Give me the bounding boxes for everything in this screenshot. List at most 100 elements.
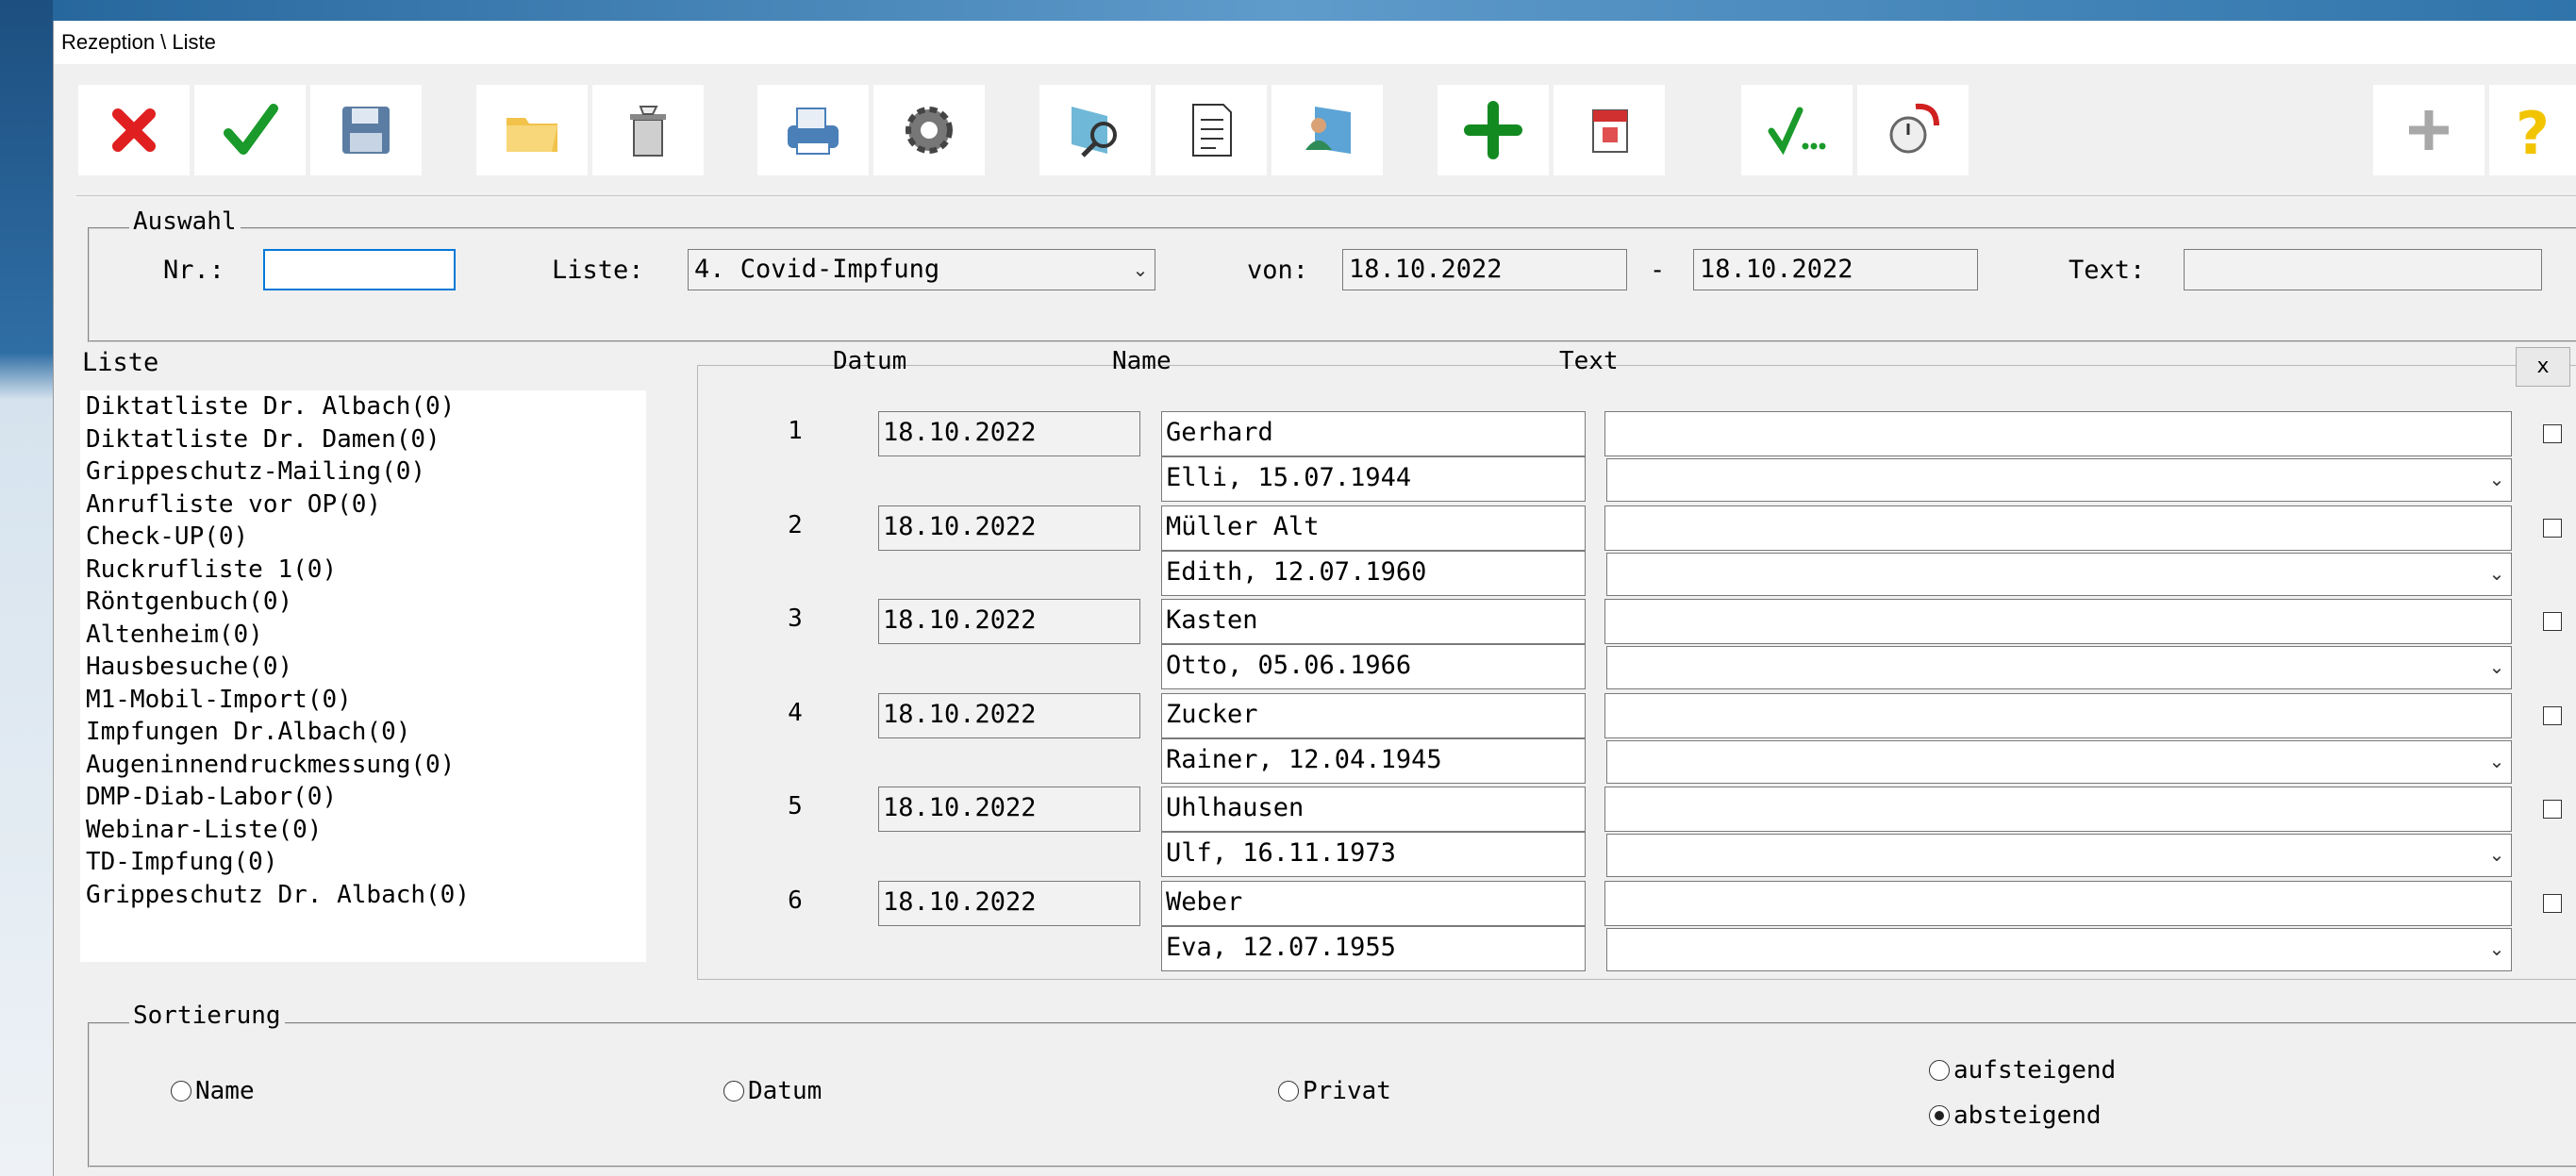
list-item[interactable]: Ruckrufliste 1(0)	[80, 554, 646, 587]
row-text-field[interactable]	[1604, 599, 2512, 645]
row-number: 2	[788, 510, 803, 539]
list-item[interactable]: Grippeschutz Dr. Albach(0)	[80, 879, 646, 912]
row-checkbox[interactable]	[2543, 518, 2562, 538]
sort-privat-radio[interactable]: Privat	[1278, 1077, 1391, 1105]
chevron-down-icon[interactable]: ⌄	[2486, 936, 2507, 961]
settings-button[interactable]	[873, 85, 985, 175]
col-datum-header: Datum	[833, 347, 907, 375]
add-disabled-button[interactable]	[2373, 85, 2485, 175]
bis-date-field[interactable]: 18.10.2022	[1693, 249, 1978, 290]
list-item[interactable]: Augeninnendruckmessung(0)	[80, 749, 646, 782]
cancel-icon	[112, 108, 156, 152]
list-item[interactable]: M1-Mobil-Import(0)	[80, 684, 646, 717]
row-name-field[interactable]: Uhlhausen	[1161, 787, 1586, 833]
row-detail-field[interactable]: Edith, 12.07.1960	[1161, 550, 1586, 596]
delete-button[interactable]	[592, 85, 704, 175]
row-name-field[interactable]: Kasten	[1161, 599, 1586, 645]
col-name-header: Name	[1112, 347, 1172, 375]
row-checkbox[interactable]	[2543, 800, 2562, 820]
row-detail-field[interactable]: Elli, 15.07.1944	[1161, 456, 1586, 502]
sort-datum-label: Datum	[748, 1077, 823, 1105]
row-text-select[interactable]: ⌄	[1606, 458, 2512, 502]
printer-icon	[788, 108, 839, 155]
person-card-icon	[1305, 107, 1351, 154]
row-name-field[interactable]: Müller Alt	[1161, 505, 1586, 551]
row-checkbox[interactable]	[2543, 705, 2562, 725]
cancel-button[interactable]	[78, 85, 190, 175]
row-text-field[interactable]	[1604, 787, 2512, 833]
row-datum-field[interactable]: 18.10.2022	[878, 599, 1140, 645]
row-datum-field[interactable]: 18.10.2022	[878, 505, 1140, 551]
row-text-select[interactable]: ⌄	[1606, 834, 2512, 878]
row-checkbox[interactable]	[2543, 424, 2562, 443]
row-datum-field[interactable]: 18.10.2022	[878, 787, 1140, 833]
help-button[interactable]: ?	[2489, 85, 2576, 175]
row-name-field[interactable]: Gerhard	[1161, 411, 1586, 456]
row-detail-field[interactable]: Rainer, 12.04.1945	[1161, 737, 1586, 784]
calendar-button[interactable]	[1554, 85, 1665, 175]
patient-card-button[interactable]	[1271, 85, 1383, 175]
row-text-select[interactable]: ⌄	[1606, 928, 2512, 971]
list-item[interactable]: Röntgenbuch(0)	[80, 586, 646, 619]
chevron-down-icon[interactable]: ⌄	[1130, 257, 1151, 282]
save-button[interactable]	[310, 85, 422, 175]
row-name-field[interactable]: Zucker	[1161, 692, 1586, 738]
chevron-down-icon[interactable]: ⌄	[2486, 842, 2507, 867]
chevron-down-icon[interactable]: ⌄	[2486, 654, 2507, 679]
row-text-field[interactable]	[1604, 881, 2512, 926]
add-plus-icon	[1464, 101, 1522, 159]
sort-absteigend-radio[interactable]: absteigend	[1929, 1101, 2102, 1130]
row-text-field[interactable]	[1604, 411, 2512, 456]
row-text-select[interactable]: ⌄	[1606, 739, 2512, 784]
col-text-header: Text	[1559, 347, 1619, 375]
liste-select[interactable]: 4. Covid-Impfung ⌄	[688, 249, 1155, 290]
text-filter-input[interactable]	[2184, 249, 2542, 290]
search-button[interactable]	[1039, 85, 1151, 175]
row-text-select[interactable]: ⌄	[1606, 552, 2512, 596]
row-datum-field[interactable]: 18.10.2022	[878, 411, 1140, 456]
add-button[interactable]	[1438, 85, 1549, 175]
row-text-field[interactable]	[1604, 505, 2512, 551]
chevron-down-icon[interactable]: ⌄	[2486, 561, 2507, 586]
row-detail-field[interactable]: Eva, 12.07.1955	[1161, 926, 1586, 971]
list-item[interactable]: Diktatliste Dr. Damen(0)	[80, 423, 646, 456]
row-checkbox[interactable]	[2543, 894, 2562, 913]
liste-listbox[interactable]: Diktatliste Dr. Albach(0) Diktatliste Dr.…	[80, 390, 646, 962]
chevron-down-icon[interactable]: ⌄	[2486, 749, 2507, 773]
sort-datum-radio[interactable]: Datum	[723, 1077, 822, 1105]
list-item[interactable]: Webinar-Liste(0)	[80, 814, 646, 847]
row-detail-field[interactable]: Otto, 05.06.1966	[1161, 644, 1586, 690]
row-text-field[interactable]	[1604, 692, 2512, 738]
confirm-button[interactable]	[194, 85, 306, 175]
row-datum-field[interactable]: 18.10.2022	[878, 692, 1140, 738]
open-folder-button[interactable]	[476, 85, 588, 175]
document-list-button[interactable]	[1155, 85, 1267, 175]
list-item[interactable]: Check-UP(0)	[80, 521, 646, 554]
list-item[interactable]: TD-Impfung(0)	[80, 846, 646, 879]
row-checkbox[interactable]	[2543, 612, 2562, 632]
row-text-select[interactable]: ⌄	[1606, 646, 2512, 690]
row-name-field[interactable]: Weber	[1161, 881, 1586, 926]
nr-input[interactable]	[263, 249, 456, 290]
stopwatch-button[interactable]	[1857, 85, 1969, 175]
list-item[interactable]: Anrufliste vor OP(0)	[80, 489, 646, 522]
row-datum-field[interactable]: 18.10.2022	[878, 881, 1140, 926]
list-item[interactable]: Grippeschutz-Mailing(0)	[80, 455, 646, 489]
print-button[interactable]	[757, 85, 869, 175]
sort-aufsteigend-radio[interactable]: aufsteigend	[1929, 1056, 2116, 1085]
von-date-field[interactable]: 18.10.2022	[1342, 249, 1627, 290]
window-title: Rezeption \ Liste	[54, 21, 2576, 64]
sort-name-radio[interactable]: Name	[171, 1077, 255, 1105]
list-item[interactable]: DMP-Diab-Labor(0)	[80, 781, 646, 814]
list-item[interactable]: Impfungen Dr.Albach(0)	[80, 716, 646, 749]
chevron-down-icon[interactable]: ⌄	[2486, 467, 2507, 491]
check-more-button[interactable]	[1741, 85, 1853, 175]
check-more-icon	[1768, 107, 1826, 156]
col-x-header-button[interactable]: x	[2516, 347, 2570, 387]
list-item[interactable]: Diktatliste Dr. Albach(0)	[80, 390, 646, 423]
list-item[interactable]: Hausbesuche(0)	[80, 651, 646, 684]
liste-heading: Liste	[82, 348, 159, 377]
list-item[interactable]: Altenheim(0)	[80, 619, 646, 652]
row-number: 6	[788, 886, 803, 915]
row-detail-field[interactable]: Ulf, 16.11.1973	[1161, 832, 1586, 878]
